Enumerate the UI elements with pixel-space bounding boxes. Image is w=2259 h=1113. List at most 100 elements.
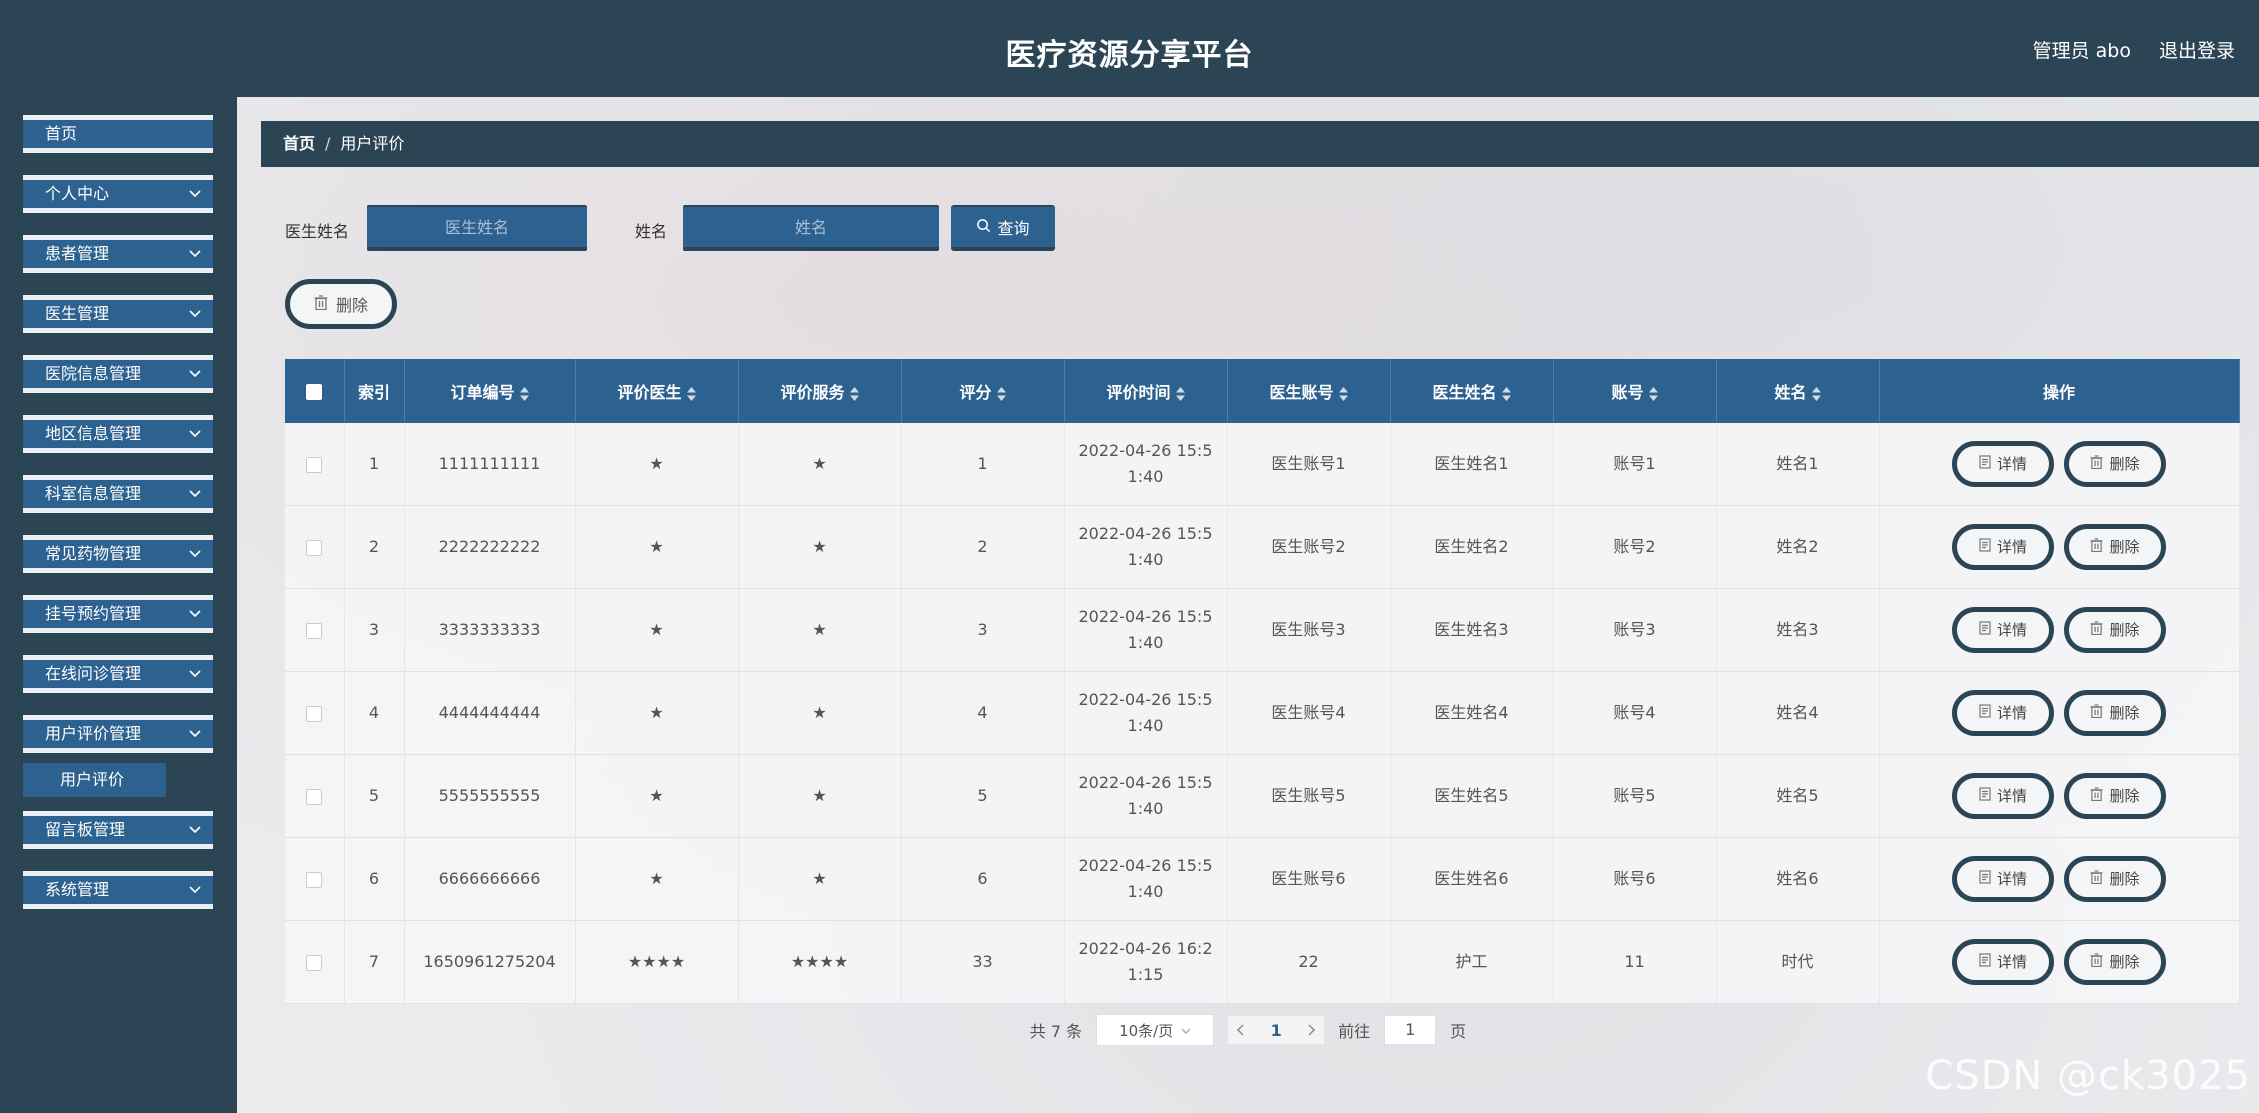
cell-order-number: 2222222222	[404, 505, 576, 589]
chevron-down-icon	[189, 720, 201, 748]
cell-service-rating: ★	[738, 754, 902, 838]
delete-button[interactable]: 删除	[2064, 773, 2166, 819]
breadcrumb-separator: /	[325, 134, 331, 153]
detail-button[interactable]: 详情	[1952, 773, 2054, 819]
sidebar-item-home[interactable]: 首页	[23, 115, 213, 153]
prev-page-icon[interactable]	[1236, 1021, 1244, 1040]
current-page-number[interactable]: 1	[1271, 1021, 1282, 1040]
page-nav: 1	[1228, 1016, 1325, 1044]
query-button[interactable]: 查询	[951, 205, 1055, 251]
sidebar-item-message-board[interactable]: 留言板管理	[23, 811, 213, 849]
row-select-cell[interactable]	[285, 837, 345, 921]
detail-button[interactable]: 详情	[1952, 607, 2054, 653]
detail-button[interactable]: 详情	[1952, 690, 2054, 736]
row-actions: 详情 删除	[1879, 505, 2240, 589]
sort-icon[interactable]	[519, 386, 529, 401]
sort-icon[interactable]	[849, 386, 859, 401]
chevron-down-icon	[189, 420, 201, 448]
cell-order-number: 3333333333	[404, 588, 576, 672]
delete-button-label: 删除	[2109, 787, 2140, 805]
sidebar-item-user-reviews[interactable]: 用户评价管理	[23, 715, 213, 753]
delete-button[interactable]: 删除	[2064, 441, 2166, 487]
delete-button[interactable]: 删除	[2064, 607, 2166, 653]
column-header-name[interactable]: 姓名	[1716, 359, 1880, 423]
column-header-order[interactable]: 订单编号	[404, 359, 576, 423]
select-all-checkbox[interactable]	[306, 384, 323, 400]
select-all-header[interactable]	[285, 359, 345, 423]
sidebar-item-label: 挂号预约管理	[45, 604, 142, 623]
row-select-cell[interactable]	[285, 920, 345, 1004]
row-select-cell[interactable]	[285, 423, 345, 506]
sidebar-item-departments[interactable]: 科室信息管理	[23, 475, 213, 513]
sidebar-item-label: 科室信息管理	[45, 484, 142, 503]
detail-button[interactable]: 详情	[1952, 856, 2054, 902]
sidebar-item-appointments[interactable]: 挂号预约管理	[23, 595, 213, 633]
column-header-account[interactable]: 账号	[1553, 359, 1717, 423]
detail-button[interactable]: 详情	[1952, 939, 2054, 985]
column-header-doctor-account[interactable]: 医生账号	[1227, 359, 1391, 423]
cell-doctor-name: 护工	[1390, 920, 1554, 1004]
delete-button[interactable]: 删除	[2064, 690, 2166, 736]
delete-button[interactable]: 删除	[2064, 856, 2166, 902]
next-page-icon[interactable]	[1308, 1021, 1316, 1040]
sidebar-item-doctors[interactable]: 医生管理	[23, 295, 213, 333]
column-header-service-rating[interactable]: 评价服务	[738, 359, 902, 423]
sidebar-subitem-user-review[interactable]: 用户评价	[23, 763, 166, 797]
cell-order-number: 6666666666	[404, 837, 576, 921]
column-header-time[interactable]: 评价时间	[1064, 359, 1228, 423]
page-size-select[interactable]: 10条/页	[1096, 1014, 1215, 1046]
detail-button[interactable]: 详情	[1952, 441, 2054, 487]
detail-button[interactable]: 详情	[1952, 524, 2054, 570]
delete-button-label: 删除	[2109, 455, 2140, 473]
column-header-doctor-name[interactable]: 医生姓名	[1390, 359, 1554, 423]
sort-icon[interactable]	[996, 386, 1006, 401]
row-select-cell[interactable]	[285, 588, 345, 672]
sidebar-item-label: 留言板管理	[45, 820, 126, 839]
cell-doctor-account: 医生账号2	[1227, 505, 1391, 589]
sidebar-item-personal-center[interactable]: 个人中心	[23, 175, 213, 213]
column-header-doctor-rating[interactable]: 评价医生	[575, 359, 739, 423]
sidebar-item-hospitals[interactable]: 医院信息管理	[23, 355, 213, 393]
trash-icon	[2090, 783, 2104, 809]
goto-page-input[interactable]: 1	[1384, 1015, 1437, 1045]
breadcrumb-home[interactable]: 首页	[283, 134, 315, 153]
cell-review-time: 2022-04-26 15:5 1:40	[1064, 671, 1228, 755]
sort-icon[interactable]	[1648, 386, 1658, 401]
row-select-cell[interactable]	[285, 671, 345, 755]
row-select-cell[interactable]	[285, 505, 345, 589]
row-checkbox[interactable]	[306, 539, 323, 556]
sort-icon[interactable]	[686, 386, 696, 401]
row-actions: 详情 删除	[1879, 671, 2240, 755]
row-checkbox[interactable]	[306, 622, 323, 639]
sidebar-item-online-consultation[interactable]: 在线问诊管理	[23, 655, 213, 693]
doctor-name-input[interactable]	[367, 205, 587, 251]
sort-icon[interactable]	[1175, 386, 1185, 401]
cell-account: 账号2	[1553, 505, 1717, 589]
sort-icon[interactable]	[1811, 386, 1821, 401]
delete-button[interactable]: 删除	[2064, 939, 2166, 985]
logout-link[interactable]: 退出登录	[2159, 36, 2235, 63]
chevron-down-icon	[189, 816, 201, 844]
row-checkbox[interactable]	[306, 456, 323, 473]
cell-service-rating: ★	[738, 671, 902, 755]
row-checkbox[interactable]	[306, 954, 323, 971]
sidebar-item-regions[interactable]: 地区信息管理	[23, 415, 213, 453]
row-checkbox[interactable]	[306, 705, 323, 722]
trash-icon	[2090, 700, 2104, 726]
sort-icon[interactable]	[1338, 386, 1348, 401]
row-actions: 详情 删除	[1879, 588, 2240, 672]
row-select-cell[interactable]	[285, 754, 345, 838]
sidebar-item-system[interactable]: 系统管理	[23, 871, 213, 909]
search-icon	[976, 218, 991, 237]
batch-delete-button[interactable]: 删除	[285, 279, 397, 329]
sort-icon[interactable]	[1501, 386, 1511, 401]
sidebar-item-label: 医生管理	[45, 304, 110, 323]
cell-order-number: 1111111111	[404, 423, 576, 506]
delete-button[interactable]: 删除	[2064, 524, 2166, 570]
column-header-score[interactable]: 评分	[901, 359, 1065, 423]
row-checkbox[interactable]	[306, 871, 323, 888]
sidebar-item-patients[interactable]: 患者管理	[23, 235, 213, 273]
sidebar-item-medicines[interactable]: 常见药物管理	[23, 535, 213, 573]
row-checkbox[interactable]	[306, 788, 323, 805]
name-input[interactable]	[683, 205, 939, 251]
